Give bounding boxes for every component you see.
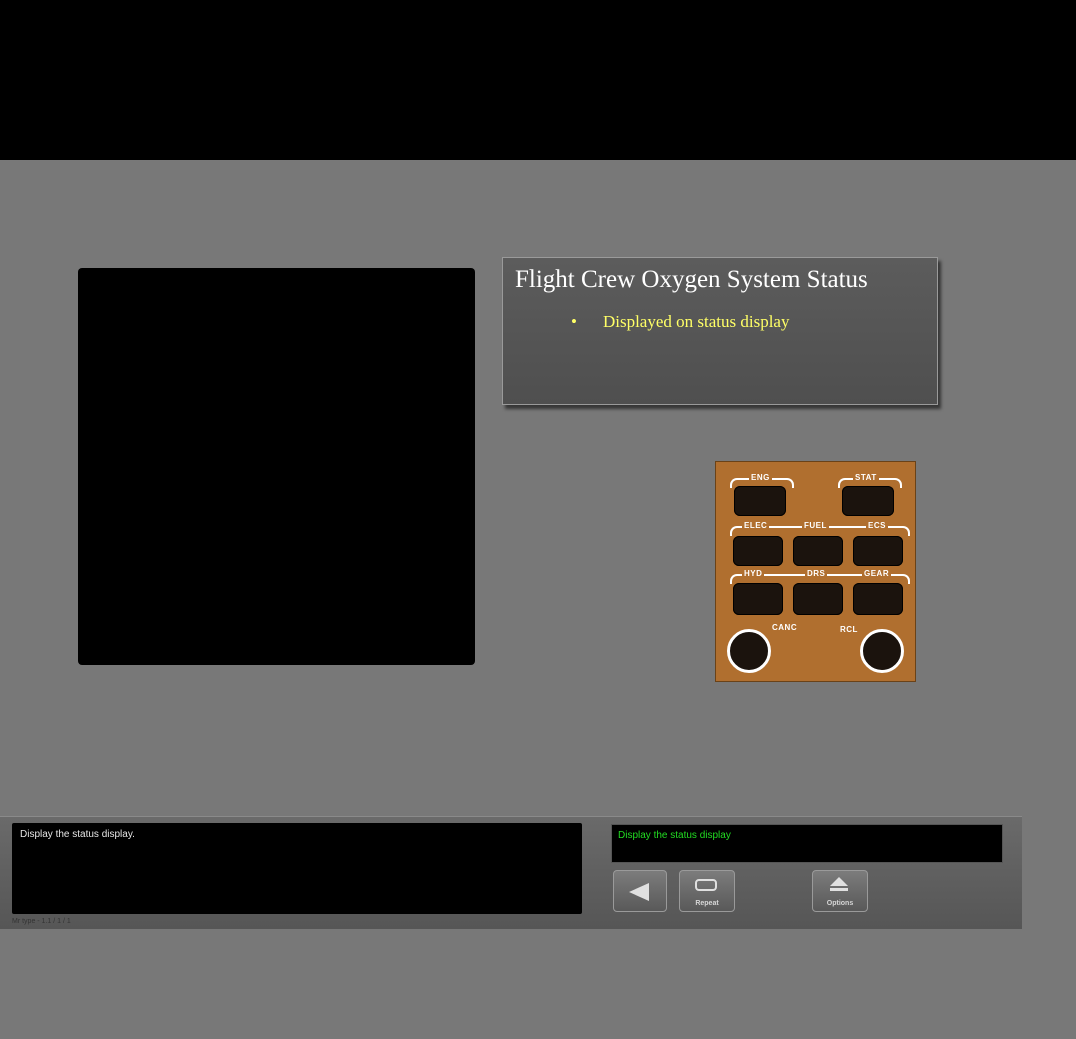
ecp-label-stat: STAT	[853, 473, 879, 482]
info-bullet-text: Displayed on status display	[602, 312, 790, 331]
instruction-text: Display the status display.	[20, 829, 135, 840]
ecp-label-elec: ELEC	[742, 521, 770, 530]
options-label: Options	[826, 900, 854, 907]
ecp-stat-button[interactable]	[842, 486, 894, 516]
ecp-label-ecs: ECS	[866, 521, 888, 530]
info-bullet-item: • Displayed on status display	[571, 312, 789, 332]
ecp-hyd-button[interactable]	[733, 583, 783, 615]
ecp-label-eng: ENG	[749, 473, 772, 482]
ecp-label-gear: GEAR	[862, 569, 892, 578]
ecp-label-canc: CANC	[772, 623, 798, 632]
ecp-gear-button[interactable]	[853, 583, 903, 615]
back-arrow-icon	[629, 883, 649, 901]
ecp-control-panel: ENG STAT ELEC FUEL ECS HYD DRS GEAR CANC…	[715, 461, 916, 682]
ecp-eng-button[interactable]	[734, 486, 786, 516]
ecp-elec-button[interactable]	[733, 536, 783, 566]
ecp-label-hyd: HYD	[742, 569, 765, 578]
cockpit-display-screen	[78, 268, 475, 665]
ecp-drs-button[interactable]	[793, 583, 843, 615]
back-button[interactable]	[613, 870, 667, 912]
top-banner	[0, 0, 1076, 160]
ecp-canc-button[interactable]	[727, 629, 771, 673]
options-button[interactable]: Options	[812, 870, 868, 912]
repeat-icon	[695, 879, 717, 891]
eject-icon	[830, 877, 848, 886]
instruction-text-box: Display the status display.	[12, 823, 582, 914]
ecp-ecs-button[interactable]	[853, 536, 903, 566]
ecp-fuel-button[interactable]	[793, 536, 843, 566]
ecp-label-drs: DRS	[805, 569, 828, 578]
prompt-text: Display the status display	[618, 830, 731, 841]
eject-bar-icon	[830, 888, 848, 891]
repeat-label: Repeat	[695, 900, 719, 907]
repeat-button[interactable]: Repeat	[679, 870, 735, 912]
info-panel-title: Flight Crew Oxygen System Status	[515, 266, 868, 293]
bullet-icon: •	[571, 312, 577, 331]
prompt-box: Display the status display	[611, 824, 1003, 863]
ecp-label-fuel: FUEL	[802, 521, 829, 530]
ecp-label-rcl: RCL	[840, 625, 858, 634]
info-panel: Flight Crew Oxygen System Status • Displa…	[502, 257, 938, 405]
ecp-rcl-button[interactable]	[860, 629, 904, 673]
page-indicator: Mr type - 1.1 / 1 / 1	[12, 918, 71, 925]
